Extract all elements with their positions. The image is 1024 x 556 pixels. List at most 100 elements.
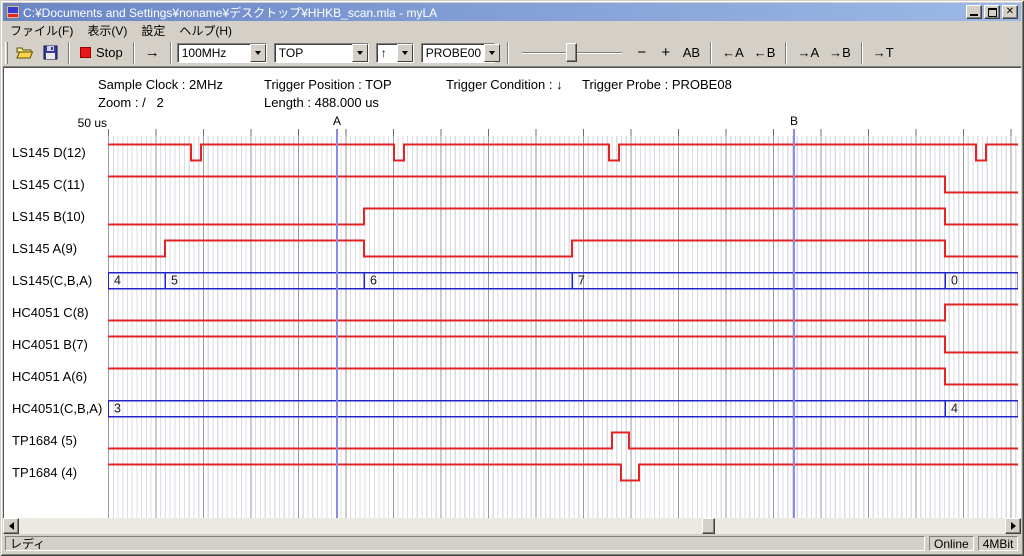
waveform-view[interactable]: 50 us 4567034 AB LS145 D(12)LS145 C(11)L… bbox=[4, 113, 1021, 519]
length-info: Length : 488.000 us bbox=[264, 95, 379, 110]
waveform-svg: 4567034 bbox=[108, 136, 1018, 519]
sample-clock-select[interactable]: 100MHz bbox=[177, 43, 267, 63]
bus-value: 4 bbox=[951, 402, 958, 416]
scrollbar-thumb[interactable] bbox=[702, 518, 715, 534]
toolbar-separator bbox=[133, 42, 135, 64]
channel-label-HC4051 A(6): HC4051 A(6) bbox=[12, 369, 108, 385]
channel-label-LS145 D(12): LS145 D(12) bbox=[12, 145, 108, 161]
trigger-edge-value: ↑ bbox=[377, 44, 397, 62]
app-icon bbox=[6, 5, 20, 19]
channel-label-LS145 A(9): LS145 A(9) bbox=[12, 241, 108, 257]
open-folder-icon bbox=[16, 45, 33, 60]
single-run-button[interactable]: → bbox=[140, 41, 165, 65]
channel-label-LS145 C(11): LS145 C(11) bbox=[12, 177, 108, 193]
trigger-position-info: Trigger Position : TOP bbox=[264, 77, 392, 92]
channel-label-LS145(C,B,A): LS145(C,B,A) bbox=[12, 273, 108, 289]
trigger-position-select[interactable]: TOP bbox=[274, 43, 369, 63]
maximize-icon bbox=[988, 8, 997, 17]
menu-help[interactable]: ヘルプ(H) bbox=[172, 21, 239, 40]
trigger-probe-value: PROBE00 bbox=[422, 44, 484, 62]
save-floppy-icon bbox=[43, 45, 58, 60]
marker-B-label: B bbox=[790, 114, 798, 128]
sample-clock-value: 100MHz bbox=[178, 44, 250, 62]
scroll-right-icon bbox=[1011, 522, 1016, 530]
minimize-icon bbox=[970, 14, 978, 16]
toolbar-separator bbox=[785, 42, 787, 64]
dropdown-button[interactable] bbox=[397, 44, 413, 62]
channel-label-HC4051 B(7): HC4051 B(7) bbox=[12, 337, 108, 353]
goto-marker-a-left-button[interactable]: ←A bbox=[717, 41, 749, 65]
wave-TP1684 (4) bbox=[108, 465, 1018, 481]
marker-B-line[interactable] bbox=[793, 129, 795, 519]
stop-button[interactable]: Stop bbox=[75, 41, 128, 65]
sample-clock-info: Sample Clock : 2MHz bbox=[98, 77, 223, 92]
zoom-out-button[interactable]: − bbox=[630, 41, 654, 65]
chevron-down-icon bbox=[357, 51, 363, 55]
time-ticks bbox=[108, 129, 1018, 136]
goto-marker-a-right-button[interactable]: →A bbox=[792, 41, 824, 65]
toolbar-separator bbox=[710, 42, 712, 64]
stop-label: Stop bbox=[96, 45, 123, 60]
marker-A-label: A bbox=[333, 114, 341, 128]
wave-LS145 A(9) bbox=[108, 241, 1018, 257]
wave-LS145 D(12) bbox=[108, 145, 1018, 161]
menu-settings[interactable]: 設定 bbox=[134, 21, 172, 40]
window-title: C:¥Documents and Settings¥noname¥デスクトップ¥… bbox=[23, 4, 966, 21]
zoom-slider[interactable] bbox=[522, 42, 622, 64]
trigger-probe-info: Trigger Probe : PROBE08 bbox=[582, 77, 732, 92]
zoom-ab-button[interactable]: AB bbox=[678, 41, 705, 65]
toolbar-grip[interactable] bbox=[5, 42, 8, 64]
trigger-position-value: TOP bbox=[275, 44, 352, 62]
horizontal-scrollbar[interactable] bbox=[3, 518, 1021, 534]
wave-HC4051 B(7) bbox=[108, 337, 1018, 353]
trigger-probe-select[interactable]: PROBE00 bbox=[421, 43, 495, 63]
bus-segment-HC4051(C,B,A) bbox=[108, 401, 945, 417]
menu-file[interactable]: ファイル(F) bbox=[3, 21, 80, 40]
status-message: レディ bbox=[5, 536, 925, 551]
open-button[interactable] bbox=[11, 41, 38, 65]
memory-badge: 4MBit bbox=[978, 536, 1019, 551]
toolbar: Stop → 100MHz TOP ↑ PROBE00 − + AB bbox=[3, 39, 1021, 67]
stop-icon bbox=[80, 47, 91, 58]
trigger-condition-info: Trigger Condition : ↓ bbox=[446, 77, 563, 92]
bus-value: 0 bbox=[951, 274, 958, 288]
bus-segment-LS145(C,B,A) bbox=[572, 273, 945, 289]
toolbar-separator bbox=[170, 42, 172, 64]
save-button[interactable] bbox=[38, 41, 63, 65]
dropdown-button[interactable] bbox=[352, 44, 368, 62]
maximize-button[interactable] bbox=[984, 5, 1000, 19]
bus-value: 6 bbox=[370, 274, 377, 288]
scroll-left-button[interactable] bbox=[3, 518, 19, 534]
goto-trigger-button[interactable]: →T bbox=[868, 41, 899, 65]
waveform-panel: Sample Clock : 2MHz Trigger Position : T… bbox=[3, 67, 1021, 518]
trigger-edge-select[interactable]: ↑ bbox=[376, 43, 414, 63]
goto-marker-b-right-button[interactable]: →B bbox=[824, 41, 856, 65]
title-bar[interactable]: C:¥Documents and Settings¥noname¥デスクトップ¥… bbox=[3, 3, 1021, 21]
channel-label-HC4051 C(8): HC4051 C(8) bbox=[12, 305, 108, 321]
minimize-button[interactable] bbox=[966, 5, 982, 19]
close-button[interactable]: ✕ bbox=[1002, 5, 1018, 19]
channel-label-TP1684 (4): TP1684 (4) bbox=[12, 465, 108, 481]
chevron-down-icon bbox=[255, 51, 261, 55]
scroll-left-icon bbox=[9, 522, 14, 530]
dropdown-button[interactable] bbox=[250, 44, 266, 62]
marker-A-line[interactable] bbox=[336, 129, 338, 519]
dropdown-button[interactable] bbox=[484, 44, 500, 62]
app-window: C:¥Documents and Settings¥noname¥デスクトップ¥… bbox=[0, 0, 1024, 556]
goto-marker-b-left-button[interactable]: ←B bbox=[749, 41, 781, 65]
timebase-label: 50 us bbox=[59, 116, 107, 130]
wave-HC4051 C(8) bbox=[108, 305, 1018, 321]
toolbar-separator bbox=[861, 42, 863, 64]
bus-segment-LS145(C,B,A) bbox=[364, 273, 572, 289]
slider-thumb[interactable] bbox=[566, 43, 577, 62]
zoom-info: Zoom : / 2 bbox=[98, 95, 164, 110]
menu-view[interactable]: 表示(V) bbox=[80, 21, 134, 40]
zoom-in-button[interactable]: + bbox=[654, 41, 678, 65]
scroll-right-button[interactable] bbox=[1005, 518, 1021, 534]
bus-value: 5 bbox=[171, 274, 178, 288]
close-icon: ✕ bbox=[1003, 6, 1017, 18]
menu-bar: ファイル(F) 表示(V) 設定 ヘルプ(H) bbox=[3, 21, 1021, 39]
bus-value: 3 bbox=[114, 402, 121, 416]
run-arrow-icon: → bbox=[145, 44, 160, 61]
wave-LS145 C(11) bbox=[108, 177, 1018, 193]
